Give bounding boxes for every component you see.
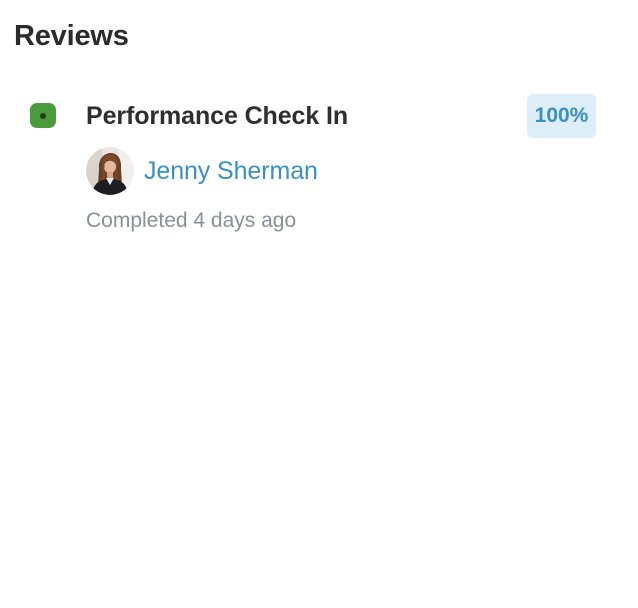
reviews-panel: Reviews Performance Check In 100% Jenny …	[0, 0, 638, 608]
status-indicator-icon	[30, 103, 56, 128]
person-avatar-icon	[86, 147, 134, 195]
review-status-text: Completed 4 days ago	[86, 209, 297, 232]
review-title[interactable]: Performance Check In	[86, 99, 348, 133]
avatar[interactable]	[86, 147, 134, 195]
reviewer-name-link[interactable]: Jenny Sherman	[144, 155, 318, 187]
reviewer: Jenny Sherman	[86, 147, 318, 195]
progress-badge: 100%	[527, 94, 596, 138]
section-title: Reviews	[14, 20, 129, 52]
review-item[interactable]: Performance Check In 100% Jenny Sherman …	[0, 90, 638, 250]
